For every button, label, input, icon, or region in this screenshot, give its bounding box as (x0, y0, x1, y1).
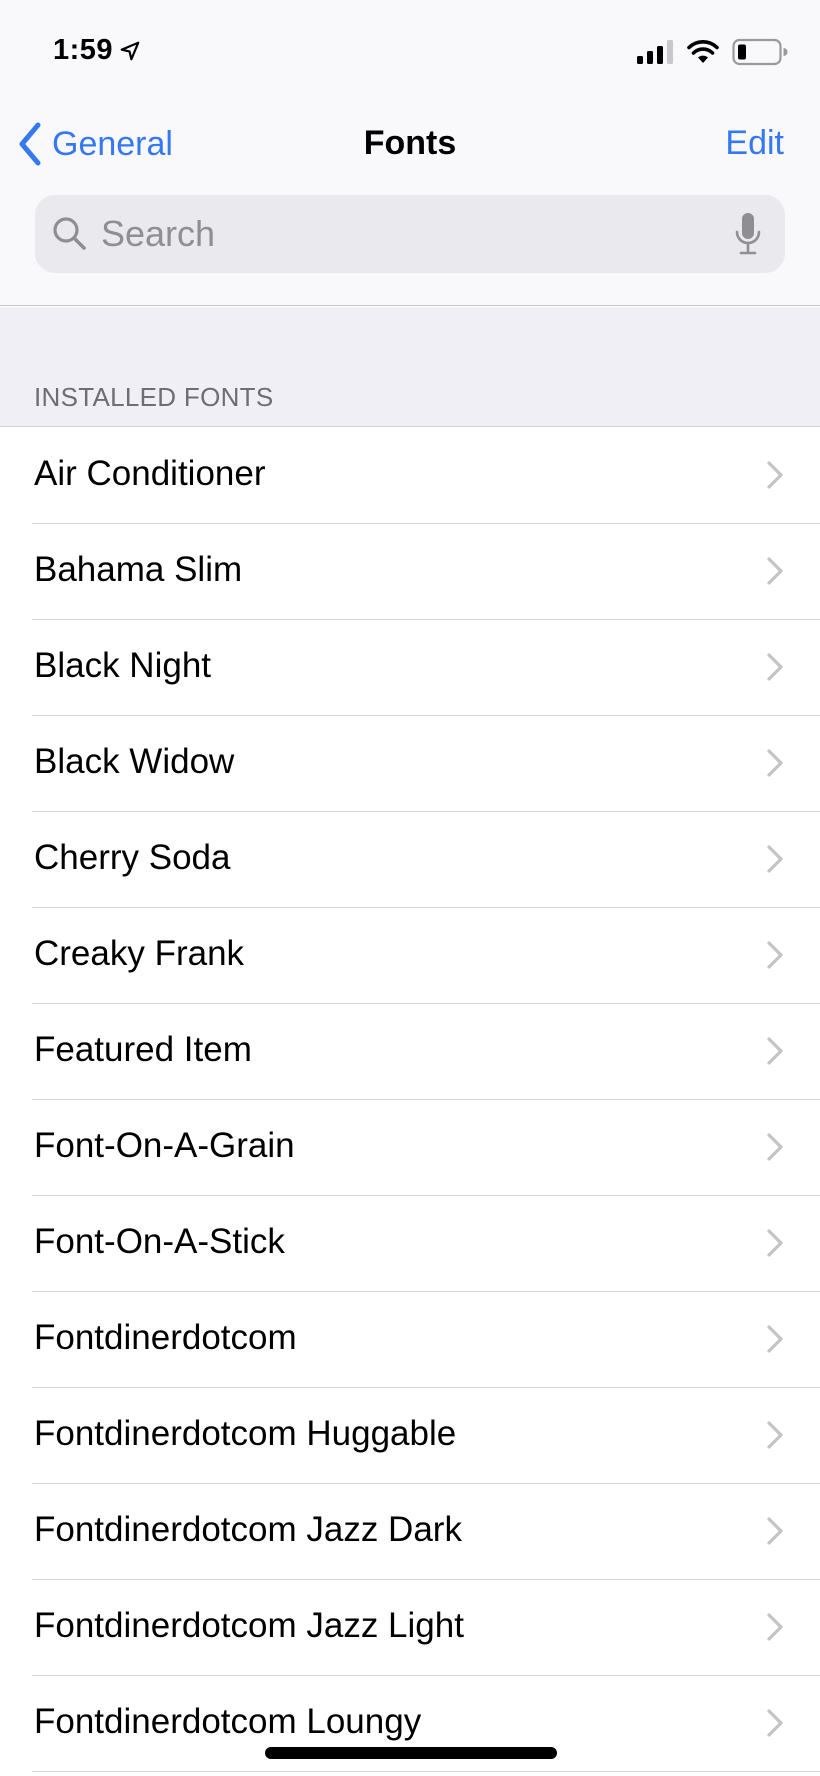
navigation-bar: General Fonts Edit (0, 110, 820, 180)
header: 1:59 General Fonts Edit Search (0, 0, 820, 306)
battery-icon (732, 38, 788, 66)
chevron-right-icon (767, 749, 783, 777)
home-indicator[interactable] (265, 1747, 557, 1759)
list-item[interactable]: Featured Item (0, 1004, 820, 1100)
chevron-right-icon (767, 941, 783, 969)
font-name: Font-On-A-Stick (34, 1222, 285, 1261)
time-text: 1:59 (53, 34, 114, 66)
list-item[interactable]: Bahama Slim (0, 524, 820, 620)
search-bar[interactable] (35, 195, 785, 273)
chevron-right-icon (767, 1037, 783, 1065)
section-header: INSTALLED FONTS (0, 307, 820, 427)
list-item[interactable]: Font-On-A-Grain (0, 1100, 820, 1196)
list-item[interactable]: Black Widow (0, 716, 820, 812)
font-name: Black Widow (34, 742, 235, 781)
status-icons (636, 38, 788, 66)
font-name: Fontdinerdotcom Jazz Dark (34, 1510, 462, 1549)
page-title: Fonts (363, 124, 457, 162)
chevron-right-icon (767, 1133, 783, 1161)
status-bar: 1:59 (0, 0, 820, 100)
font-name: Font-On-A-Grain (34, 1126, 295, 1165)
list-item[interactable]: Fontdinerdotcom (0, 1292, 820, 1388)
chevron-right-icon (767, 845, 783, 873)
chevron-right-icon (767, 461, 783, 489)
font-name: Cherry Soda (34, 838, 231, 877)
list-item[interactable]: Creaky Frank (0, 908, 820, 1004)
chevron-right-icon (767, 1613, 783, 1641)
microphone-icon[interactable] (733, 212, 763, 256)
font-name: Air Conditioner (34, 454, 266, 493)
font-name: Fontdinerdotcom Huggable (34, 1414, 457, 1453)
chevron-right-icon (767, 1229, 783, 1257)
list-item[interactable]: Font-On-A-Stick (0, 1196, 820, 1292)
settings-fonts-screen: 1:59 General Fonts Edit Search INSTALLED… (0, 0, 820, 1776)
list-item[interactable]: Fontdinerdotcom Jazz Light (0, 1580, 820, 1676)
list-item[interactable]: Air Conditioner (0, 428, 820, 524)
font-name: Fontdinerdotcom (34, 1318, 297, 1357)
font-name: Featured Item (34, 1030, 252, 1069)
list-item[interactable]: Black Night (0, 620, 820, 716)
font-name: Black Night (34, 646, 212, 685)
section-title: INSTALLED FONTS (34, 382, 274, 412)
list-item[interactable]: Fontdinerdotcom Huggable (0, 1388, 820, 1484)
location-arrow-icon (120, 41, 140, 60)
chevron-right-icon (767, 1325, 783, 1353)
status-time: 1:59 (53, 34, 141, 67)
font-name: Fontdinerdotcom Loungy (34, 1702, 422, 1741)
wifi-icon (687, 40, 719, 63)
list-item[interactable]: Cherry Soda (0, 812, 820, 908)
list-item[interactable]: Fontdinerdotcom Jazz Dark (0, 1484, 820, 1580)
edit-button[interactable]: Edit (725, 124, 784, 163)
chevron-right-icon (767, 653, 783, 681)
chevron-right-icon (767, 1517, 783, 1545)
chevron-right-icon (767, 1709, 783, 1737)
font-name: Bahama Slim (34, 550, 243, 589)
cellular-signal-icon (637, 40, 673, 64)
font-name: Creaky Frank (34, 934, 245, 973)
chevron-right-icon (767, 557, 783, 585)
installed-fonts-list: Air Conditioner Bahama Slim Black Night … (0, 428, 820, 1772)
search-icon (53, 217, 86, 250)
search-input[interactable] (89, 195, 733, 273)
font-name: Fontdinerdotcom Jazz Light (34, 1606, 464, 1645)
chevron-right-icon (767, 1421, 783, 1449)
